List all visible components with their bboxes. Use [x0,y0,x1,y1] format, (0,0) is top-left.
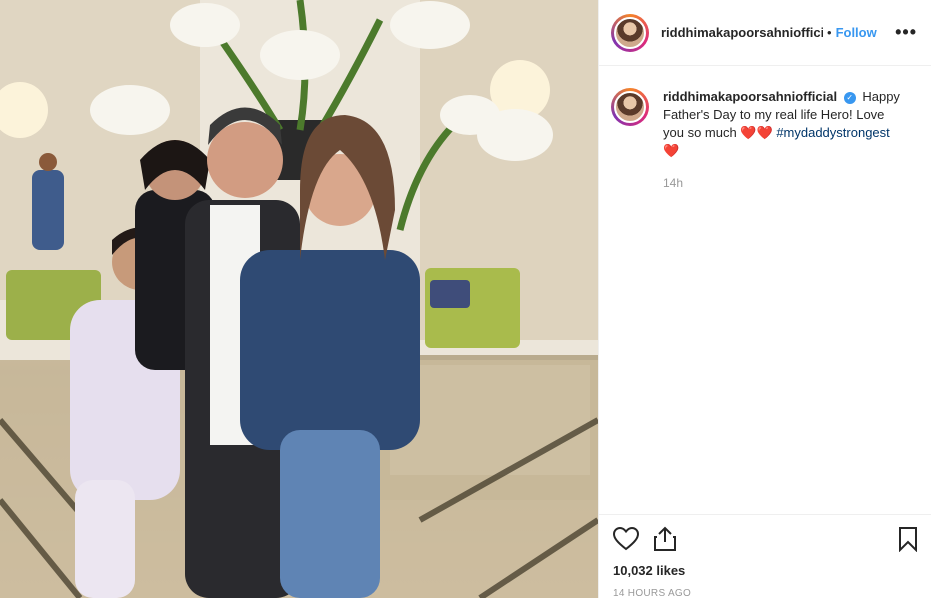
hashtag-link[interactable]: #mydaddystrongest [776,125,889,140]
bookmark-icon[interactable] [898,526,918,552]
verified-badge-icon: ✓ [843,91,856,104]
likes-count[interactable]: 10,032 likes [613,563,918,578]
caption-body: riddhimakapoorsahniofficial ✓ Happy Fath… [663,88,903,192]
share-icon[interactable] [653,526,677,552]
post-actions: 10,032 likes 14 HOURS AGO [599,514,931,599]
caption-timestamp[interactable]: 14h [663,174,903,192]
post-photo[interactable] [0,0,598,598]
family-photo-illustration [0,0,598,598]
more-options-icon[interactable]: ••• [895,22,917,43]
caption-avatar-ring[interactable] [611,88,649,126]
post-header: riddhimakapoorsahniofficial • Follow ••• [599,0,931,66]
heart-icon[interactable] [613,527,639,551]
instagram-post: riddhimakapoorsahniofficial • Follow •••… [0,0,931,599]
follow-button[interactable]: Follow [836,25,877,40]
post-side-panel: riddhimakapoorsahniofficial • Follow •••… [598,0,931,599]
caption-avatar[interactable] [614,91,646,123]
profile-avatar[interactable] [614,16,646,49]
caption-trailing-emoji: ❤️ [663,143,680,158]
separator-dot: • [827,25,832,40]
profile-avatar-ring[interactable] [611,13,649,52]
caption-comment: riddhimakapoorsahniofficial ✓ Happy Fath… [599,66,931,192]
caption-username[interactable]: riddhimakapoorsahniofficial [663,89,837,104]
posted-time[interactable]: 14 HOURS AGO [613,588,918,599]
action-icons-row [613,525,918,553]
header-username[interactable]: riddhimakapoorsahniofficial [661,25,823,40]
